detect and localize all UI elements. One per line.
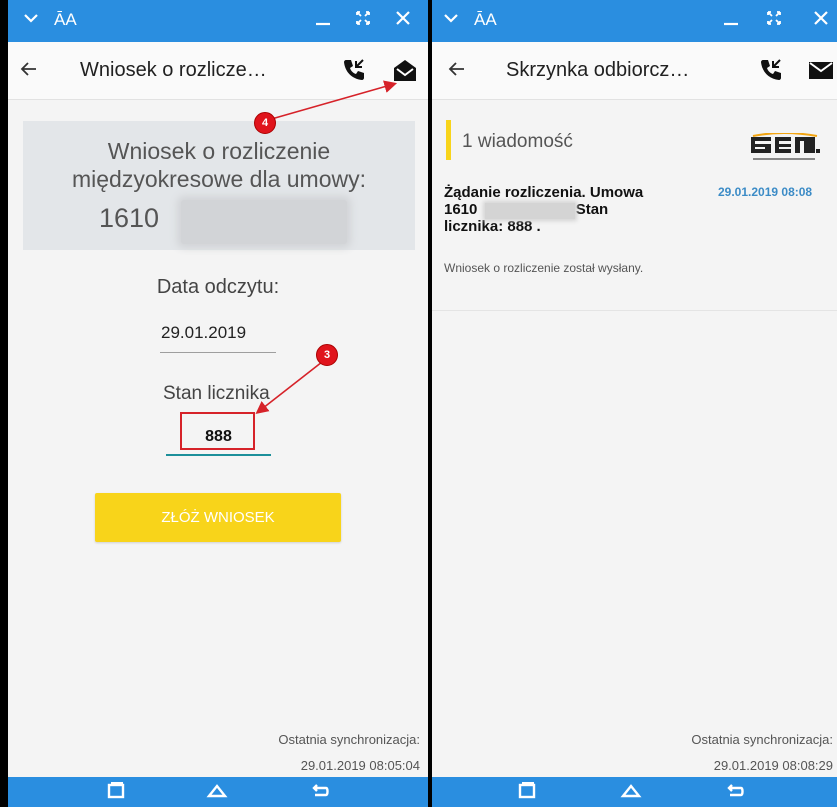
font-size-icon[interactable]: ĀA: [474, 10, 497, 30]
back-arrow-icon[interactable]: [448, 58, 466, 84]
callout-3: 3: [316, 344, 338, 366]
inbox-header: 1 wiadomość: [432, 101, 837, 179]
last-sync-time: 29.01.2019 08:05:04: [300, 758, 420, 773]
contract-info-box: Wniosek o rozliczenie międzyokresowe dla…: [23, 121, 415, 250]
chevron-down-icon[interactable]: [22, 9, 40, 32]
close-icon[interactable]: [812, 9, 830, 32]
expand-icon[interactable]: [354, 9, 372, 32]
close-icon[interactable]: [394, 9, 412, 32]
contract-number: 1610: [99, 203, 160, 233]
request-heading: Wniosek o rozliczenie międzyokresowe dla…: [71, 138, 366, 192]
page-title: Wniosek o rozlicze…: [80, 59, 267, 81]
window-titlebar: ĀA: [8, 0, 428, 42]
subject-contract-number: 1610: [444, 201, 478, 218]
envelope-icon[interactable]: [807, 57, 835, 88]
reading-date-field[interactable]: 29.01.2019: [160, 323, 276, 353]
meter-highlight-box: [180, 412, 255, 450]
message-list-item[interactable]: Żądanie rozliczenia. Umowa 1610. Stan li…: [432, 179, 837, 311]
last-sync-label: Ostatnia synchronizacja:: [278, 732, 420, 747]
minimize-icon[interactable]: [722, 9, 740, 32]
subject-line-1: Żądanie rozliczenia. Umowa: [444, 184, 644, 201]
subject-line-3: licznika: 888 .: [444, 218, 541, 235]
message-preview: Wniosek o rozliczenie został wysłany.: [444, 261, 644, 275]
font-size-icon[interactable]: ĀA: [54, 10, 77, 30]
right-phone-screen: ĀA Skrzynka odbiorcz… 1 wiadomość Żądani…: [432, 0, 837, 807]
meter-reading-label: Stan licznika: [163, 383, 270, 404]
reading-date-label: Data odczytu:: [156, 276, 280, 298]
app-bar: Skrzynka odbiorcz…: [432, 42, 837, 100]
back-arrow-icon[interactable]: [20, 58, 38, 84]
recent-apps-icon[interactable]: [517, 780, 537, 807]
app-bar: Wniosek o rozlicze…: [8, 42, 428, 100]
home-icon[interactable]: [620, 780, 642, 807]
message-date: 29.01.2019 08:08: [718, 185, 813, 199]
phone-icon[interactable]: [758, 57, 784, 88]
submit-request-button[interactable]: ZŁÓŻ WNIOSEK: [95, 493, 341, 542]
chevron-down-icon[interactable]: [442, 9, 460, 32]
envelope-open-icon[interactable]: [391, 57, 419, 88]
redacted-contract-number: [485, 203, 575, 219]
minimize-icon[interactable]: [314, 9, 332, 32]
left-phone-screen: ĀA Wniosek o rozlicze… Wniosek o rozlicz…: [8, 0, 428, 807]
back-nav-icon[interactable]: [724, 780, 746, 807]
home-icon[interactable]: [206, 780, 228, 807]
callout-4: 4: [254, 112, 276, 134]
recent-apps-icon[interactable]: [106, 780, 126, 807]
window-titlebar: ĀA: [432, 0, 837, 42]
last-sync-label: Ostatnia synchronizacja:: [691, 732, 833, 747]
last-sync-time: 29.01.2019 08:08:29: [713, 758, 833, 773]
redacted-contract-number: [181, 200, 347, 244]
expand-icon[interactable]: [765, 9, 783, 32]
page-title: Skrzynka odbiorcz…: [506, 59, 690, 81]
android-nav-bar: [432, 777, 837, 807]
back-nav-icon[interactable]: [309, 780, 331, 807]
android-nav-bar: [8, 777, 428, 807]
message-count: 1 wiadomość: [462, 131, 573, 152]
gen-gaz-energia-logo: [743, 132, 833, 171]
accent-bar: [446, 120, 451, 160]
phone-icon[interactable]: [341, 57, 367, 88]
